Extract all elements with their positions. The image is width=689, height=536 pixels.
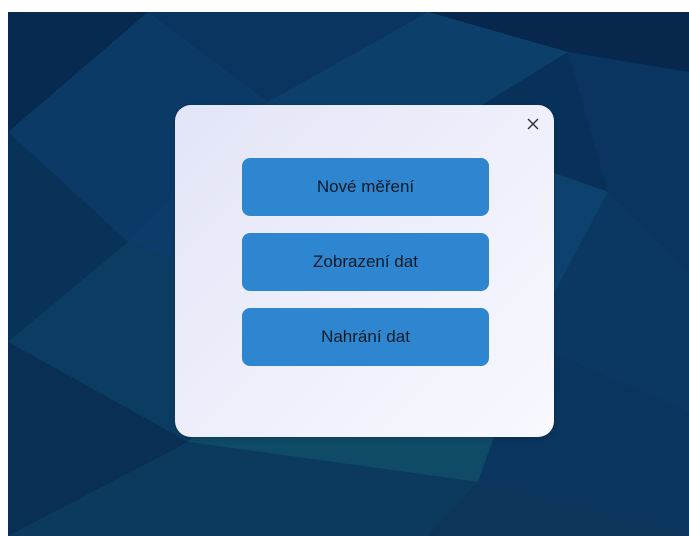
new-measurement-button[interactable]: Nové měření xyxy=(242,158,489,216)
data-upload-label: Nahrání dat xyxy=(321,327,410,346)
data-upload-button[interactable]: Nahrání dat xyxy=(242,308,489,366)
data-view-label: Zobrazení dat xyxy=(313,252,418,271)
data-view-button[interactable]: Zobrazení dat xyxy=(242,233,489,291)
main-menu-dialog: Nové měření Zobrazení dat Nahrání dat xyxy=(175,105,554,437)
new-measurement-label: Nové měření xyxy=(316,177,415,196)
close-button[interactable] xyxy=(524,115,542,133)
close-icon xyxy=(527,118,539,130)
